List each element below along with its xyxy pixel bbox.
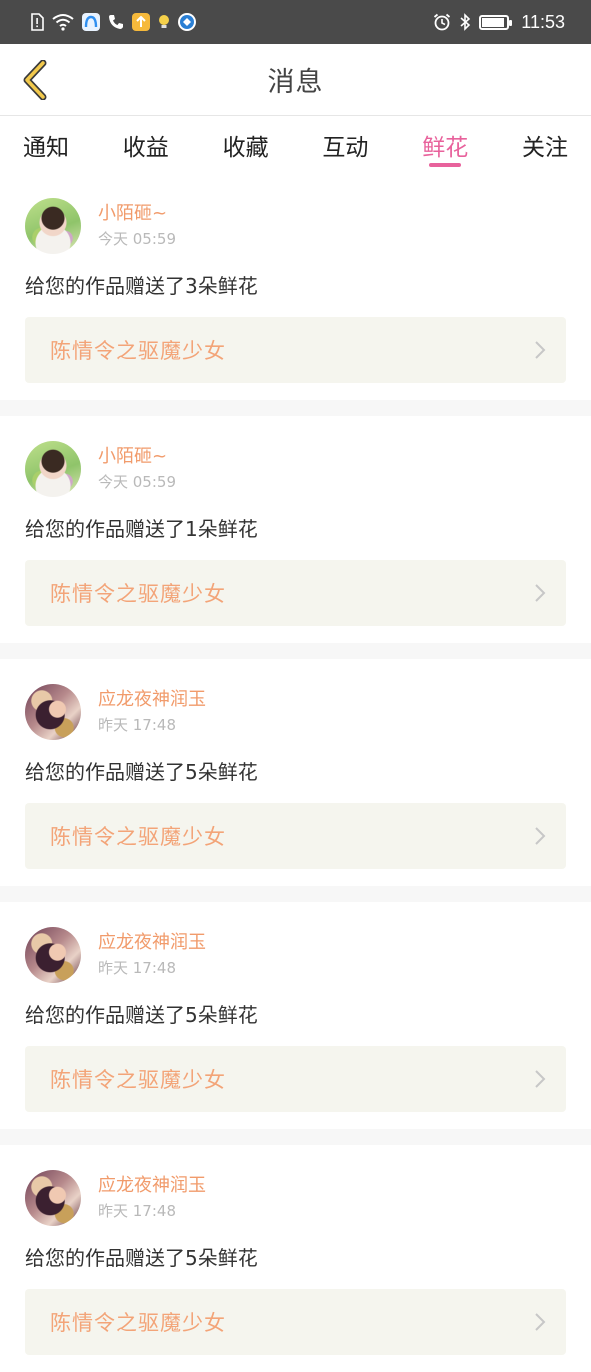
avatar[interactable] bbox=[25, 684, 81, 740]
work-card[interactable]: 陈情令之驱魔少女 bbox=[25, 560, 566, 626]
sender-name[interactable]: 小陌砸~ bbox=[98, 445, 176, 469]
app-round-blue-icon bbox=[178, 13, 196, 31]
page-title: 消息 bbox=[267, 67, 324, 98]
sender-name[interactable]: 应龙夜神润玉 bbox=[98, 688, 206, 712]
message-text: 给您的作品赠送了5朵鲜花 bbox=[25, 1003, 258, 1027]
status-bar: 11:53 bbox=[0, 0, 591, 44]
work-title: 陈情令之驱魔少女 bbox=[50, 825, 226, 849]
back-button[interactable] bbox=[12, 56, 56, 104]
back-chevron-icon bbox=[23, 60, 47, 100]
sender-name[interactable]: 应龙夜神润玉 bbox=[98, 1174, 206, 1198]
tab-follow[interactable]: 关注 bbox=[522, 117, 568, 173]
list-item: 应龙夜神润玉 昨天 17:48 给您的作品赠送了5朵鲜花 陈情令之驱魔少女 bbox=[0, 1145, 591, 1372]
divider bbox=[0, 400, 591, 416]
message-time: 昨天 17:48 bbox=[98, 959, 176, 977]
battery-level bbox=[482, 17, 504, 27]
work-card[interactable]: 陈情令之驱魔少女 bbox=[25, 1289, 566, 1355]
message-header: 应龙夜神润玉 昨天 17:48 bbox=[25, 1169, 566, 1227]
sender-info: 小陌砸~ 今天 05:59 bbox=[98, 445, 176, 493]
phone-icon bbox=[108, 14, 124, 30]
message-text: 给您的作品赠送了5朵鲜花 bbox=[25, 1246, 258, 1270]
list-item: 小陌砸~ 今天 05:59 给您的作品赠送了3朵鲜花 陈情令之驱魔少女 bbox=[0, 173, 591, 400]
divider bbox=[0, 643, 591, 659]
avatar[interactable] bbox=[25, 441, 81, 497]
sender-info: 应龙夜神润玉 昨天 17:48 bbox=[98, 688, 206, 736]
sender-info: 应龙夜神润玉 昨天 17:48 bbox=[98, 931, 206, 979]
tab-favorites[interactable]: 收藏 bbox=[223, 117, 269, 173]
sender-info: 小陌砸~ 今天 05:59 bbox=[98, 202, 176, 250]
tab-earnings[interactable]: 收益 bbox=[123, 117, 169, 173]
work-card[interactable]: 陈情令之驱魔少女 bbox=[25, 1046, 566, 1112]
message-text: 给您的作品赠送了1朵鲜花 bbox=[25, 517, 258, 541]
tab-flowers[interactable]: 鲜花 bbox=[422, 117, 468, 173]
avatar[interactable] bbox=[25, 927, 81, 983]
app-bar: 消息 bbox=[0, 44, 591, 116]
sender-info: 应龙夜神润玉 昨天 17:48 bbox=[98, 1174, 206, 1222]
chevron-right-icon bbox=[534, 1312, 546, 1332]
work-title: 陈情令之驱魔少女 bbox=[50, 339, 226, 363]
chevron-right-icon bbox=[534, 340, 546, 360]
message-time: 今天 05:59 bbox=[98, 230, 176, 248]
chevron-right-icon bbox=[534, 583, 546, 603]
divider bbox=[0, 1129, 591, 1145]
sim-alert-icon bbox=[30, 13, 44, 31]
work-card[interactable]: 陈情令之驱魔少女 bbox=[25, 803, 566, 869]
list-item: 应龙夜神润玉 昨天 17:48 给您的作品赠送了5朵鲜花 陈情令之驱魔少女 bbox=[0, 902, 591, 1129]
tab-notice[interactable]: 通知 bbox=[23, 117, 69, 173]
message-time: 昨天 17:48 bbox=[98, 1202, 176, 1220]
status-bar-left bbox=[30, 13, 196, 31]
status-bar-right: 11:53 bbox=[433, 12, 565, 33]
work-title: 陈情令之驱魔少女 bbox=[50, 582, 226, 606]
alarm-icon bbox=[433, 13, 451, 31]
list-item: 应龙夜神润玉 昨天 17:48 给您的作品赠送了5朵鲜花 陈情令之驱魔少女 bbox=[0, 659, 591, 886]
battery-icon bbox=[479, 14, 513, 30]
message-header: 应龙夜神润玉 昨天 17:48 bbox=[25, 683, 566, 741]
list-item: 小陌砸~ 今天 05:59 给您的作品赠送了1朵鲜花 陈情令之驱魔少女 bbox=[0, 416, 591, 643]
message-header: 小陌砸~ 今天 05:59 bbox=[25, 440, 566, 498]
message-time: 今天 05:59 bbox=[98, 473, 176, 491]
sender-name[interactable]: 小陌砸~ bbox=[98, 202, 176, 226]
message-time: 昨天 17:48 bbox=[98, 716, 176, 734]
divider bbox=[0, 886, 591, 902]
bulb-icon bbox=[158, 14, 170, 30]
avatar[interactable] bbox=[25, 1170, 81, 1226]
tab-bar: 通知 收益 收藏 互动 鲜花 关注 bbox=[0, 117, 591, 173]
message-header: 应龙夜神润玉 昨天 17:48 bbox=[25, 926, 566, 984]
work-title: 陈情令之驱魔少女 bbox=[50, 1311, 226, 1335]
avatar[interactable] bbox=[25, 198, 81, 254]
work-card[interactable]: 陈情令之驱魔少女 bbox=[25, 317, 566, 383]
message-text: 给您的作品赠送了3朵鲜花 bbox=[25, 274, 258, 298]
bluetooth-icon bbox=[459, 13, 471, 31]
message-text: 给您的作品赠送了5朵鲜花 bbox=[25, 760, 258, 784]
status-time: 11:53 bbox=[521, 11, 565, 32]
chevron-right-icon bbox=[534, 826, 546, 846]
wifi-icon bbox=[52, 13, 74, 31]
app-yellow-icon bbox=[132, 13, 150, 31]
message-list: 小陌砸~ 今天 05:59 给您的作品赠送了3朵鲜花 陈情令之驱魔少女 小陌砸~… bbox=[0, 173, 591, 1372]
tab-interaction[interactable]: 互动 bbox=[322, 117, 368, 173]
sender-name[interactable]: 应龙夜神润玉 bbox=[98, 931, 206, 955]
app-blue-icon bbox=[82, 13, 100, 31]
message-header: 小陌砸~ 今天 05:59 bbox=[25, 197, 566, 255]
chevron-right-icon bbox=[534, 1069, 546, 1089]
work-title: 陈情令之驱魔少女 bbox=[50, 1068, 226, 1092]
